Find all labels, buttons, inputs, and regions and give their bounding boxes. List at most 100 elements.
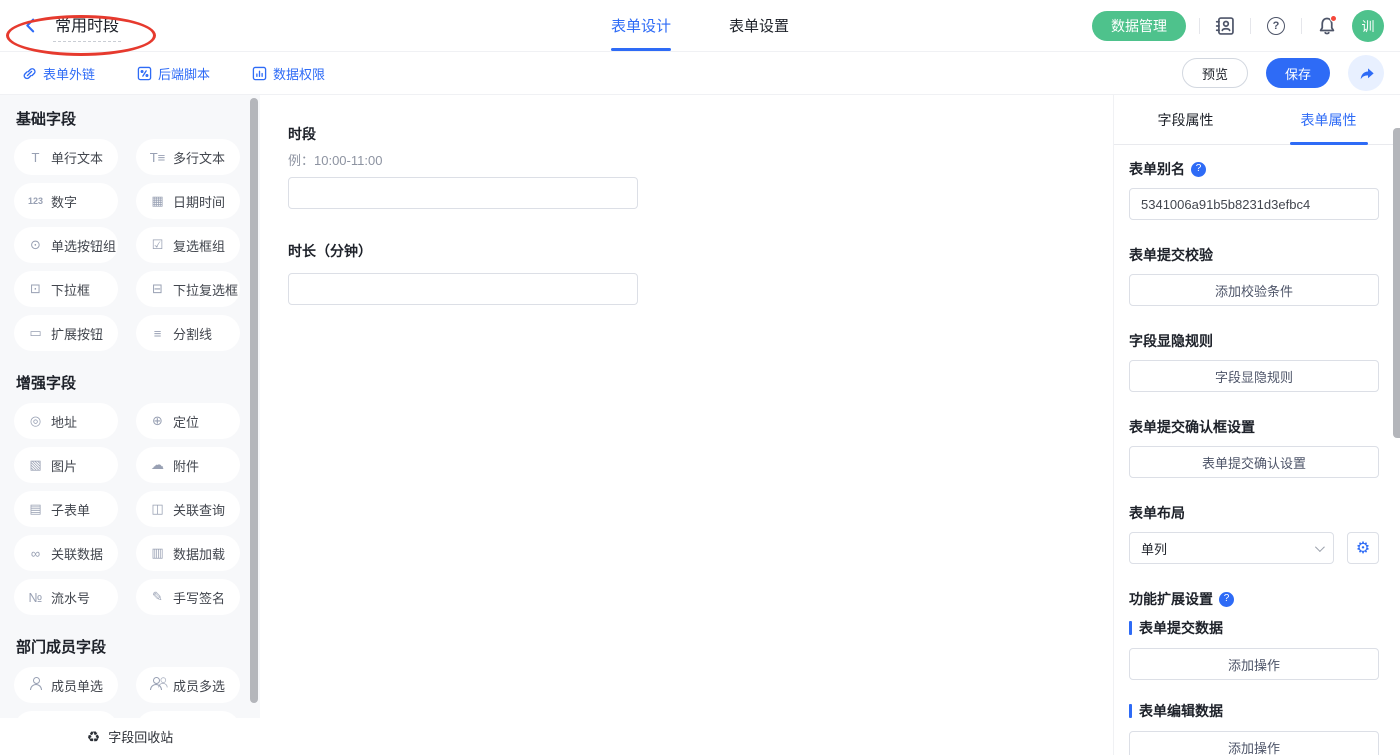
field-library-sidebar: 基础字段 T单行文本 T≡多行文本 123数字 ▦日期时间 ⊙单选按钮组 ☑复选… bbox=[0, 95, 260, 755]
save-button[interactable]: 保存 bbox=[1266, 58, 1330, 88]
field-item-data-load[interactable]: ▥数据加载 bbox=[136, 535, 240, 571]
submit-data-title: 表单提交数据 bbox=[1139, 618, 1223, 638]
help-icon[interactable] bbox=[1191, 162, 1206, 177]
field-item-select[interactable]: ⊡下拉框 bbox=[14, 271, 118, 307]
data-permission-action[interactable]: 数据权限 bbox=[252, 64, 325, 83]
field-item-subform[interactable]: ▤子表单 bbox=[14, 491, 118, 527]
field-item-single-line-text[interactable]: T单行文本 bbox=[14, 139, 118, 175]
field-item-multi-select[interactable]: ⊟下拉复选框 bbox=[136, 271, 240, 307]
tab-form-design[interactable]: 表单设计 bbox=[611, 0, 671, 51]
address-book-icon[interactable] bbox=[1213, 14, 1237, 38]
time-range-input[interactable] bbox=[288, 177, 638, 209]
help-icon[interactable] bbox=[1264, 14, 1288, 38]
notification-bell-icon[interactable] bbox=[1315, 14, 1339, 38]
form-toolbar: 表单外链 后端脚本 数据权限 预览 保存 bbox=[0, 52, 1400, 95]
image-icon: ▧ bbox=[27, 457, 44, 473]
field-item-checkbox-group[interactable]: ☑复选框组 bbox=[136, 227, 240, 263]
field-item-divider[interactable]: ≡分割线 bbox=[136, 315, 240, 351]
field-item-radio-group[interactable]: ⊙单选按钮组 bbox=[14, 227, 118, 263]
cloud-upload-icon: ☁ bbox=[149, 457, 166, 473]
form-designer-page: 常用时段 表单设计 表单设置 数据管理 bbox=[0, 0, 1400, 755]
section-submit-validation: 表单提交校验 添加校验条件 bbox=[1129, 246, 1378, 306]
field-item-multi-line-text[interactable]: T≡多行文本 bbox=[136, 139, 240, 175]
person-icon bbox=[27, 677, 44, 693]
form-alias-input[interactable] bbox=[1129, 188, 1379, 220]
submit-confirm-settings-button[interactable]: 表单提交确认设置 bbox=[1129, 446, 1379, 478]
notification-badge bbox=[1330, 15, 1337, 22]
section-title-enhanced-fields: 增强字段 bbox=[16, 375, 260, 393]
accent-bar bbox=[1129, 621, 1132, 635]
tab-field-properties[interactable]: 字段属性 bbox=[1114, 95, 1257, 144]
field-recycle-bin[interactable]: ♻ 字段回收站 bbox=[0, 718, 260, 755]
backend-script-action[interactable]: 后端脚本 bbox=[137, 64, 210, 83]
back-icon[interactable] bbox=[22, 17, 39, 34]
recycle-icon: ♻ bbox=[87, 728, 100, 746]
canvas-field-time-range[interactable]: 时段 例：10:00-11:00 bbox=[288, 124, 1113, 209]
field-hint: 例：10:00-11:00 bbox=[288, 150, 1113, 169]
field-item-serial-number[interactable]: №流水号 bbox=[14, 579, 118, 615]
tab-form-properties[interactable]: 表单属性 bbox=[1257, 95, 1400, 144]
field-item-datetime[interactable]: ▦日期时间 bbox=[136, 183, 240, 219]
field-item-extend-button[interactable]: ▭扩展按钮 bbox=[14, 315, 118, 351]
field-item-relation-data[interactable]: ∞关联数据 bbox=[14, 535, 118, 571]
designer-body: 基础字段 T单行文本 T≡多行文本 123数字 ▦日期时间 ⊙单选按钮组 ☑复选… bbox=[0, 95, 1400, 755]
sidebar-scrollbar[interactable] bbox=[250, 98, 258, 703]
header-tabs: 表单设计 表单设置 bbox=[611, 0, 789, 51]
field-visibility-title: 字段显隐规则 bbox=[1129, 332, 1213, 350]
add-validation-button[interactable]: 添加校验条件 bbox=[1129, 274, 1379, 306]
basic-fields-grid: T单行文本 T≡多行文本 123数字 ▦日期时间 ⊙单选按钮组 ☑复选框组 ⊡下… bbox=[14, 139, 260, 351]
form-canvas[interactable]: 时段 例：10:00-11:00 时长（分钟） bbox=[260, 95, 1113, 755]
form-layout-select[interactable]: 单列 bbox=[1129, 532, 1334, 564]
field-item-address[interactable]: ◎地址 bbox=[14, 403, 118, 439]
section-extension-settings: 功能扩展设置 表单提交数据 添加操作 表单编辑数据 添加操作 bbox=[1129, 590, 1378, 755]
share-button[interactable] bbox=[1348, 55, 1384, 91]
form-title[interactable]: 常用时段 bbox=[53, 10, 121, 42]
crosshair-icon: ⊕ bbox=[149, 413, 166, 429]
serial-number-icon: № bbox=[27, 590, 44, 605]
location-pin-icon: ◎ bbox=[27, 413, 44, 429]
data-permission-icon bbox=[252, 66, 267, 81]
field-item-image[interactable]: ▧图片 bbox=[14, 447, 118, 483]
tab-form-settings[interactable]: 表单设置 bbox=[729, 0, 789, 51]
properties-body: 表单别名 表单提交校验 添加校验条件 字段显隐规则 字段显隐规则 表单提交确认框… bbox=[1114, 145, 1400, 755]
submit-confirm-title: 表单提交确认框设置 bbox=[1129, 418, 1255, 436]
dropdown-multi-icon: ⊟ bbox=[149, 281, 166, 297]
relation-query-icon: ◫ bbox=[149, 501, 166, 517]
duration-input[interactable] bbox=[288, 273, 638, 305]
field-item-location[interactable]: ⊕定位 bbox=[136, 403, 240, 439]
bar-chart-icon: ▥ bbox=[149, 545, 166, 561]
field-item-attachment[interactable]: ☁附件 bbox=[136, 447, 240, 483]
canvas-field-duration[interactable]: 时长（分钟） bbox=[288, 241, 1113, 305]
radio-icon: ⊙ bbox=[27, 237, 44, 253]
field-item-relation-query[interactable]: ◫关联查询 bbox=[136, 491, 240, 527]
pen-icon: ✎ bbox=[149, 589, 166, 605]
calendar-icon: ▦ bbox=[149, 193, 166, 209]
field-item-signature[interactable]: ✎手写签名 bbox=[136, 579, 240, 615]
add-action-edit-button[interactable]: 添加操作 bbox=[1129, 731, 1379, 755]
avatar[interactable]: 训 bbox=[1352, 10, 1384, 42]
submit-validation-title: 表单提交校验 bbox=[1129, 246, 1213, 264]
data-manage-button[interactable]: 数据管理 bbox=[1092, 11, 1186, 41]
form-layout-value: 单列 bbox=[1141, 539, 1167, 558]
number-icon: 123 bbox=[27, 196, 44, 206]
form-layout-title: 表单布局 bbox=[1129, 504, 1185, 522]
header-right: 数据管理 训 bbox=[1092, 10, 1400, 42]
field-label: 时长（分钟） bbox=[288, 241, 1113, 261]
field-visibility-rules-button[interactable]: 字段显隐规则 bbox=[1129, 360, 1379, 392]
add-action-submit-button[interactable]: 添加操作 bbox=[1129, 648, 1379, 680]
panel-scrollbar[interactable] bbox=[1393, 128, 1400, 438]
toolbar-right: 预览 保存 bbox=[1182, 55, 1384, 91]
field-label: 时段 bbox=[288, 124, 1113, 144]
relation-data-icon: ∞ bbox=[27, 546, 44, 561]
dropdown-icon: ⊡ bbox=[27, 281, 44, 297]
external-link-action[interactable]: 表单外链 bbox=[22, 64, 95, 83]
layout-settings-gear-button[interactable] bbox=[1347, 532, 1379, 564]
field-item-number[interactable]: 123数字 bbox=[14, 183, 118, 219]
field-item-member-multi[interactable]: 成员多选 bbox=[136, 667, 240, 703]
field-item-member-single[interactable]: 成员单选 bbox=[14, 667, 118, 703]
help-icon[interactable] bbox=[1219, 592, 1234, 607]
share-arrow-icon bbox=[1358, 65, 1375, 82]
subsection-edit-data: 表单编辑数据 添加操作 bbox=[1129, 701, 1378, 755]
preview-button[interactable]: 预览 bbox=[1182, 58, 1248, 88]
section-title-basic-fields: 基础字段 bbox=[16, 111, 260, 129]
